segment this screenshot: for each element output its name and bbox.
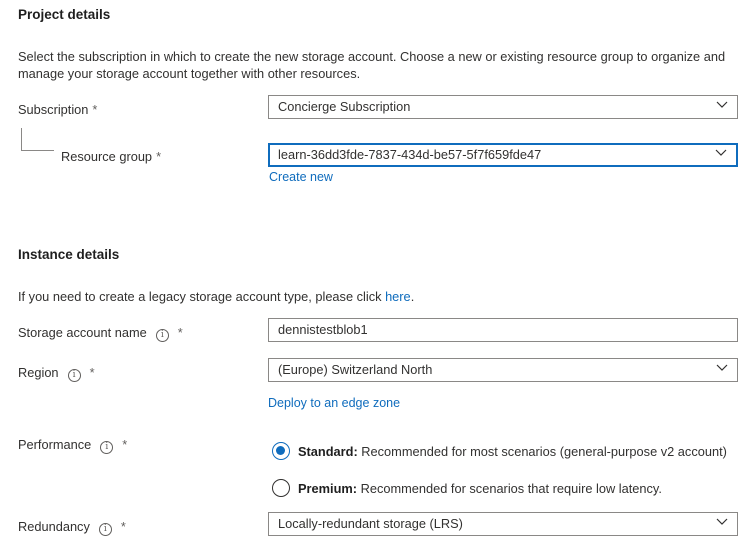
performance-label: Performance i * bbox=[18, 437, 128, 454]
info-icon[interactable]: i bbox=[100, 441, 114, 454]
resource-group-label: Resource group * bbox=[61, 149, 162, 164]
performance-premium-radio[interactable] bbox=[272, 479, 290, 497]
info-icon[interactable]: i bbox=[67, 369, 81, 382]
chevron-down-icon bbox=[716, 101, 728, 108]
project-details-title: Project details bbox=[18, 7, 111, 22]
redundancy-label: Redundancy i * bbox=[18, 519, 126, 536]
redundancy-value: Locally-redundant storage (LRS) bbox=[278, 516, 463, 531]
subscription-value: Concierge Subscription bbox=[278, 99, 411, 114]
legacy-here-link[interactable]: here bbox=[385, 289, 411, 304]
create-new-resource-group-link[interactable]: Create new bbox=[269, 170, 333, 184]
storage-account-name-label: Storage account name i * bbox=[18, 325, 183, 342]
redundancy-dropdown[interactable]: Locally-redundant storage (LRS) bbox=[268, 512, 738, 536]
chevron-down-icon bbox=[716, 364, 728, 371]
legacy-account-text: If you need to create a legacy storage a… bbox=[18, 289, 415, 304]
storage-account-name-input[interactable]: dennistestblob1 bbox=[268, 318, 738, 342]
deploy-edge-zone-link[interactable]: Deploy to an edge zone bbox=[268, 396, 400, 410]
instance-details-title: Instance details bbox=[18, 247, 120, 262]
info-icon[interactable]: i bbox=[155, 329, 169, 342]
resource-group-dropdown[interactable]: learn-36dd3fde-7837-434d-be57-5f7f659fde… bbox=[268, 143, 738, 167]
region-value: (Europe) Switzerland North bbox=[278, 362, 433, 377]
tree-connector-horizontal bbox=[21, 150, 54, 151]
info-icon[interactable]: i bbox=[98, 523, 112, 536]
subscription-dropdown[interactable]: Concierge Subscription bbox=[268, 95, 738, 119]
subscription-label: Subscription * bbox=[18, 102, 98, 117]
performance-premium-label[interactable]: Premium: Recommended for scenarios that … bbox=[298, 481, 662, 496]
project-details-description: Select the subscription in which to crea… bbox=[18, 49, 726, 81]
performance-standard-radio[interactable] bbox=[272, 442, 290, 460]
chevron-down-icon bbox=[716, 518, 728, 525]
region-dropdown[interactable]: (Europe) Switzerland North bbox=[268, 358, 738, 382]
resource-group-value: learn-36dd3fde-7837-434d-be57-5f7f659fde… bbox=[278, 147, 542, 162]
region-label: Region i * bbox=[18, 365, 95, 382]
chevron-down-icon bbox=[715, 149, 727, 156]
tree-connector-vertical bbox=[21, 128, 22, 150]
performance-standard-label[interactable]: Standard: Recommended for most scenarios… bbox=[298, 444, 727, 459]
